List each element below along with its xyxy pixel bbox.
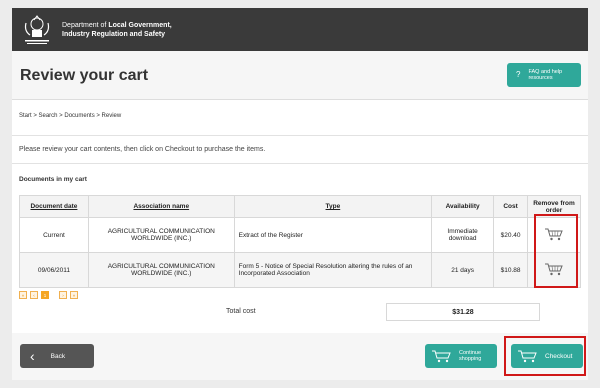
- chevron-left-icon: ‹: [30, 348, 35, 364]
- column-header-availability: Availability: [431, 195, 495, 218]
- column-header-cost: Cost: [493, 195, 529, 218]
- cost-cell: $10.88: [493, 252, 529, 288]
- type-cell: Form 5 - Notice of Special Resolution al…: [233, 252, 433, 288]
- footer-actions: ‹ Back Continue shopping Checkout: [12, 333, 588, 380]
- association-name-cell: AGRICULTURAL COMMUNICATION WORLDWIDE (IN…: [87, 217, 235, 253]
- table-row: 09/06/2011 AGRICULTURAL COMMUNICATION WO…: [19, 252, 581, 288]
- continue-shopping-label: Continue shopping: [459, 349, 482, 363]
- shopping-cart-icon: [432, 350, 451, 363]
- document-date-cell: 09/06/2011: [19, 252, 89, 288]
- availability-cell: 21 days: [431, 252, 495, 288]
- column-header-document-date[interactable]: Document date: [19, 195, 89, 218]
- table-header-row: Document date Association name Type Avai…: [19, 195, 581, 218]
- section-title: Documents in my cart: [19, 176, 87, 183]
- faq-help-button[interactable]: ? FAQ and help resources: [507, 63, 581, 87]
- faq-help-label: FAQ and help resources: [528, 68, 563, 82]
- cost-cell: $20.40: [493, 217, 529, 253]
- government-banner: Department of Local Government, Industry…: [12, 8, 588, 51]
- divider: [12, 135, 588, 136]
- availability-cell: Immediate download: [431, 217, 495, 253]
- previous-page-button[interactable]: ‹: [30, 291, 38, 299]
- page-title: Review your cart: [20, 67, 149, 84]
- back-label: Back: [50, 352, 66, 360]
- type-cell: Extract of the Register: [233, 217, 433, 253]
- wa-government-crest-icon: [24, 14, 50, 44]
- divider: [12, 163, 588, 164]
- total-cost-value: $31.28: [386, 303, 540, 321]
- page-header: Review your cart ? FAQ and help resources: [12, 51, 588, 100]
- table-row: Current AGRICULTURAL COMMUNICATION WORLD…: [19, 217, 581, 253]
- last-page-button[interactable]: »: [70, 291, 78, 299]
- page-number-button[interactable]: 1: [41, 291, 49, 299]
- department-name: Department of Local Government, Industry…: [62, 21, 172, 38]
- main-content: Start > Search > Documents > Review Plea…: [12, 100, 588, 380]
- remove-column-highlight: [534, 214, 578, 288]
- document-date-cell: Current: [19, 217, 89, 253]
- pagination: « ‹ 1 › »: [19, 291, 78, 299]
- back-button[interactable]: ‹ Back: [20, 344, 94, 368]
- checkout-highlight: [504, 336, 586, 376]
- next-page-button[interactable]: ›: [59, 291, 67, 299]
- column-header-association-name[interactable]: Association name: [87, 195, 235, 218]
- column-header-type[interactable]: Type: [233, 195, 433, 218]
- breadcrumb: Start > Search > Documents > Review: [19, 113, 122, 119]
- association-name-cell: AGRICULTURAL COMMUNICATION WORLDWIDE (IN…: [87, 252, 235, 288]
- page: Department of Local Government, Industry…: [0, 0, 600, 388]
- instructions-text: Please review your cart contents, then c…: [19, 146, 266, 153]
- question-icon: ?: [516, 69, 521, 79]
- continue-shopping-button[interactable]: Continue shopping: [425, 344, 497, 368]
- total-cost-label: Total cost: [226, 308, 256, 315]
- first-page-button[interactable]: «: [19, 291, 27, 299]
- cart-table: Document date Association name Type Avai…: [19, 195, 581, 288]
